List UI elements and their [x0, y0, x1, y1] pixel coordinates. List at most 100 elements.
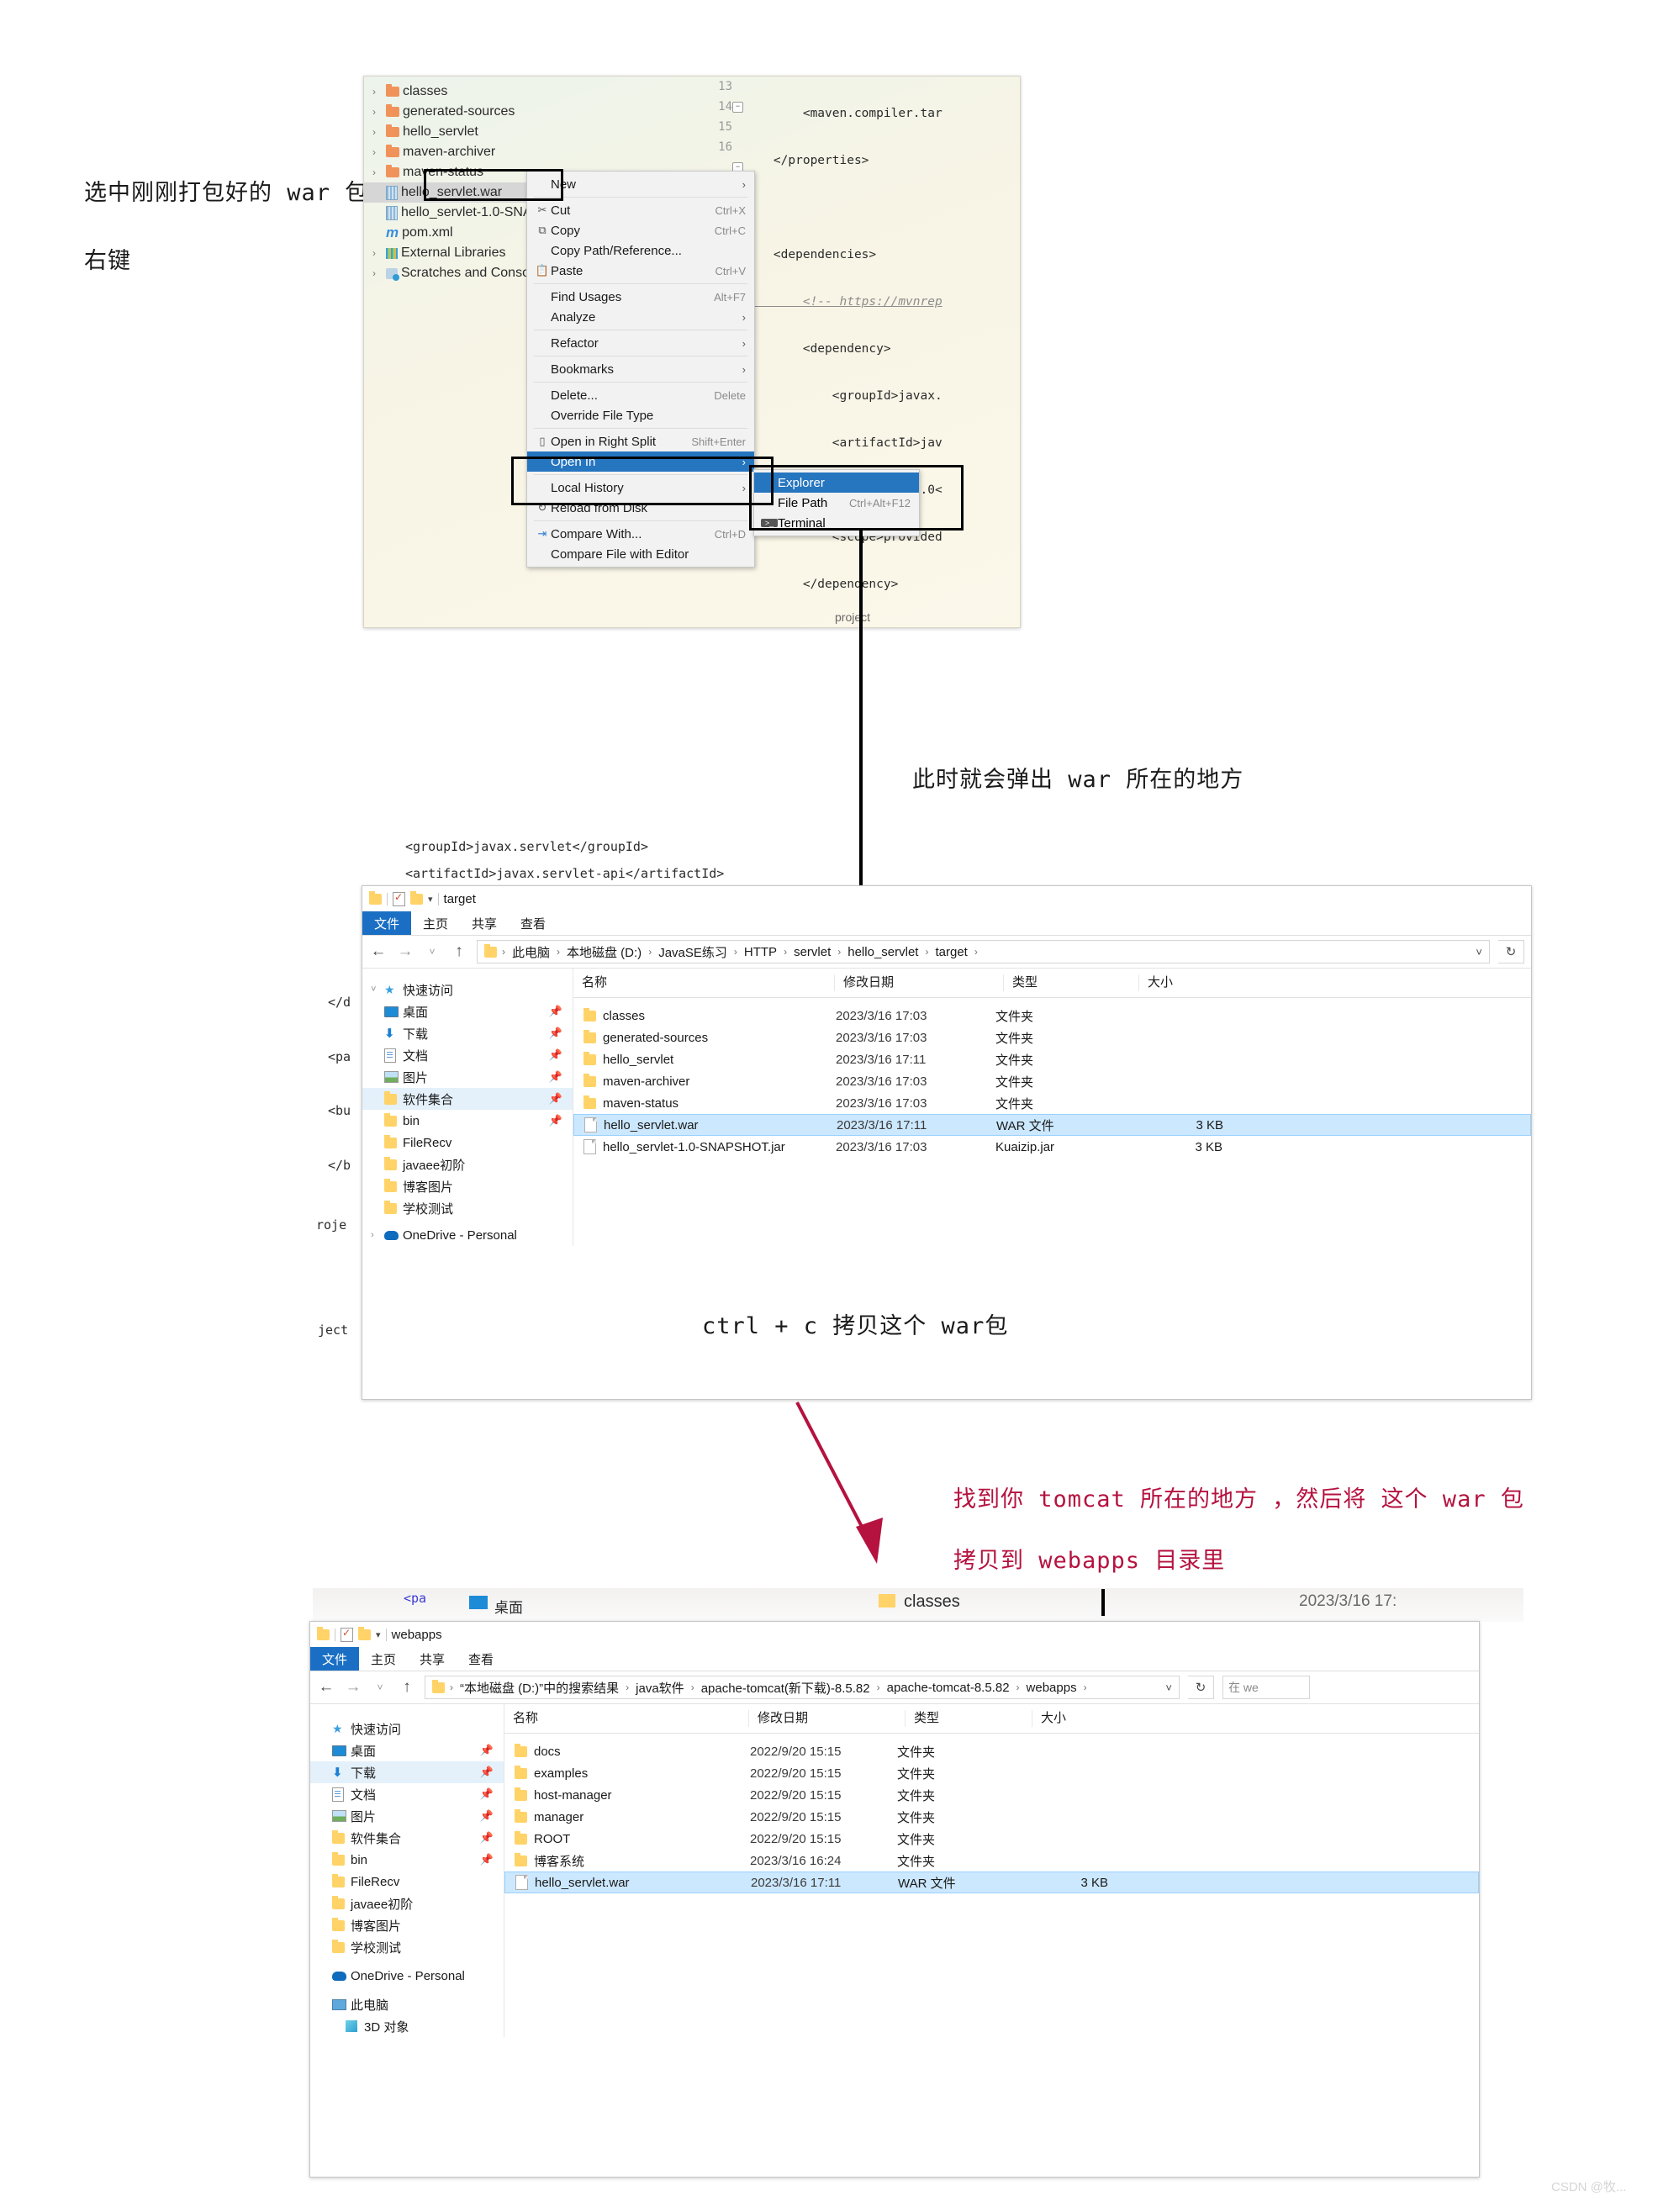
- file-date: 2022/9/20 15:15: [750, 1744, 842, 1759]
- desktop-icon: [332, 1745, 346, 1756]
- file-type: 文件夹: [897, 1788, 936, 1803]
- recent-locations-icon[interactable]: ˅: [371, 1681, 389, 1693]
- chevron-right-icon: ›: [690, 1681, 694, 1693]
- table-row[interactable]: ROOT 2022/9/20 15:15 文件夹: [504, 1828, 1479, 1850]
- file-type: 文件夹: [897, 1854, 936, 1869]
- nav-item-label: 学校测试: [351, 1940, 402, 1956]
- address-bar[interactable]: ← → ˅ ↑ › “本地磁盘 (D:)”中的搜索结果 › java软件 › a…: [310, 1671, 1479, 1704]
- folder-icon: [515, 1808, 527, 1823]
- folder-icon: [432, 1679, 445, 1693]
- chevron-down-icon[interactable]: ▾: [376, 1629, 381, 1640]
- folder-icon: [515, 1830, 527, 1845]
- tab-share[interactable]: 共享: [408, 1647, 457, 1671]
- nav-item-documents[interactable]: 文档 📌: [310, 1783, 504, 1805]
- breadcrumb[interactable]: › “本地磁盘 (D:)”中的搜索结果 › java软件 › apache-to…: [425, 1676, 1180, 1699]
- nav-item-label: 软件集合: [351, 1831, 402, 1846]
- chevron-right-icon: ›: [450, 1681, 453, 1693]
- annotation-step4-line1: 找到你 tomcat 所在的地方 ，然后将 这个 war 包: [953, 1486, 1524, 1513]
- table-row[interactable]: examples 2022/9/20 15:15 文件夹: [504, 1762, 1479, 1784]
- file-date: 2022/9/20 15:15: [750, 1809, 842, 1824]
- file-name: manager: [534, 1809, 584, 1824]
- nav-item-javaee[interactable]: javaee初阶: [310, 1893, 504, 1914]
- nav-item-label: 图片: [351, 1809, 377, 1824]
- column-header-date[interactable]: 修改日期: [748, 1710, 905, 1727]
- background-code-frag7: <pa: [404, 1591, 427, 1606]
- divider: [385, 1628, 387, 1641]
- tab-view[interactable]: 查看: [457, 1647, 505, 1671]
- nav-item-this-pc[interactable]: 此电脑: [310, 1993, 504, 2015]
- table-row[interactable]: docs 2022/9/20 15:15 文件夹: [504, 1740, 1479, 1762]
- background-cursor-caret: [1101, 1589, 1105, 1616]
- file-date: 2022/9/20 15:15: [750, 1766, 842, 1781]
- breadcrumb-item[interactable]: apache-tomcat-8.5.82: [885, 1681, 1011, 1695]
- file-list-pane[interactable]: 名称 修改日期 类型 大小 docs 2022/9/20 15:15 文件夹 exa…: [504, 1704, 1479, 2037]
- nav-item-bin[interactable]: bin 📌: [310, 1849, 504, 1871]
- properties-icon[interactable]: [341, 1627, 353, 1642]
- column-header-name[interactable]: 名称: [504, 1710, 748, 1727]
- pin-icon[interactable]: 📌: [480, 1744, 494, 1757]
- background-classes-label: classes: [904, 1592, 960, 1611]
- file-date: 2023/3/16 17:11: [751, 1875, 842, 1890]
- documents-icon: [332, 1787, 344, 1802]
- annotation-step4-line2: 拷贝到 webapps 目录里: [953, 1548, 1226, 1574]
- nav-item-label: 快速访问: [351, 1722, 402, 1737]
- chevron-right-icon: ›: [876, 1681, 880, 1693]
- ribbon-tabs[interactable]: 文件 主页 共享 查看: [310, 1647, 1479, 1671]
- pin-icon[interactable]: 📌: [480, 1853, 494, 1866]
- chevron-right-icon: ›: [1016, 1681, 1020, 1693]
- chevron-right-icon: ›: [626, 1681, 630, 1693]
- folder-icon: [332, 1829, 345, 1844]
- nav-item-pictures[interactable]: 图片 📌: [310, 1805, 504, 1827]
- table-row[interactable]: host-manager 2022/9/20 15:15 文件夹: [504, 1784, 1479, 1806]
- nav-item-desktop[interactable]: 桌面 📌: [310, 1740, 504, 1761]
- onedrive-icon: [332, 1971, 346, 1981]
- table-row[interactable]: 博客系统 2023/3/16 16:24 文件夹: [504, 1850, 1479, 1871]
- folder-icon: [515, 1852, 527, 1866]
- breadcrumb-item[interactable]: apache-tomcat(新下载)-8.5.82: [700, 1679, 872, 1697]
- column-header-size[interactable]: 大小: [1032, 1710, 1133, 1727]
- table-row-selected-war[interactable]: hello_servlet.war 2023/3/16 17:11 WAR 文件 3 …: [504, 1871, 1479, 1893]
- navigation-pane[interactable]: ★ 快速访问 桌面 📌 ⬇ 下载 📌 文档 📌 图片 📌 软件集合 📌 bin 📌 FileRe…: [310, 1704, 504, 2037]
- file-date: 2023/3/16 16:24: [750, 1853, 842, 1868]
- search-input[interactable]: 在 we: [1222, 1676, 1310, 1699]
- nav-item-filerecv[interactable]: FileRecv: [310, 1871, 504, 1893]
- breadcrumb-item[interactable]: webapps: [1025, 1681, 1079, 1695]
- nav-item-blog-images[interactable]: 博客图片: [310, 1914, 504, 1936]
- pin-icon[interactable]: 📌: [480, 1831, 494, 1845]
- up-icon[interactable]: ↑: [398, 1678, 416, 1697]
- file-name: ROOT: [534, 1831, 571, 1846]
- folder-icon: [332, 1939, 345, 1953]
- new-folder-icon[interactable]: [358, 1626, 371, 1640]
- watermark: CSDN @牧...: [1551, 2180, 1627, 2194]
- file-name: hello_servlet.war: [535, 1875, 630, 1890]
- nav-item-quick-access[interactable]: ★ 快速访问: [310, 1718, 504, 1740]
- nav-item-label: 此电脑: [351, 1998, 389, 2013]
- back-icon[interactable]: ←: [317, 1678, 335, 1697]
- pictures-icon: [332, 1810, 346, 1822]
- pin-icon[interactable]: 📌: [480, 1766, 494, 1779]
- column-header-type[interactable]: 类型: [905, 1710, 1032, 1727]
- folder-icon: [317, 1626, 330, 1640]
- pin-icon[interactable]: 📌: [480, 1787, 494, 1801]
- nav-item-downloads[interactable]: ⬇ 下载 📌: [310, 1761, 504, 1783]
- table-row[interactable]: manager 2022/9/20 15:15 文件夹: [504, 1806, 1479, 1828]
- nav-item-onedrive[interactable]: OneDrive - Personal: [310, 1965, 504, 1987]
- file-type: WAR 文件: [898, 1876, 956, 1891]
- refresh-button[interactable]: ↻: [1188, 1676, 1214, 1699]
- background-classes-folder-icon: [879, 1594, 895, 1608]
- file-type: 文件夹: [897, 1810, 936, 1825]
- forward-icon[interactable]: →: [344, 1678, 362, 1697]
- breadcrumb-item[interactable]: java软件: [634, 1679, 686, 1697]
- quick-access-toolbar[interactable]: ▾ webapps: [310, 1622, 1479, 1647]
- file-size: 3 KB: [1080, 1875, 1108, 1890]
- chevron-down-icon[interactable]: ˅: [1165, 1681, 1172, 1694]
- breadcrumb-item[interactable]: “本地磁盘 (D:)”中的搜索结果: [458, 1679, 620, 1697]
- tab-file[interactable]: 文件: [310, 1647, 360, 1671]
- pin-icon[interactable]: 📌: [480, 1809, 494, 1823]
- file-date: 2022/9/20 15:15: [750, 1831, 842, 1846]
- file-list-header[interactable]: 名称 修改日期 类型 大小: [504, 1704, 1479, 1734]
- nav-item-3d-objects[interactable]: 3D 对象: [310, 2015, 504, 2037]
- tab-home[interactable]: 主页: [359, 1647, 408, 1671]
- nav-item-software[interactable]: 软件集合 📌: [310, 1827, 504, 1849]
- nav-item-school-test[interactable]: 学校测试: [310, 1936, 504, 1958]
